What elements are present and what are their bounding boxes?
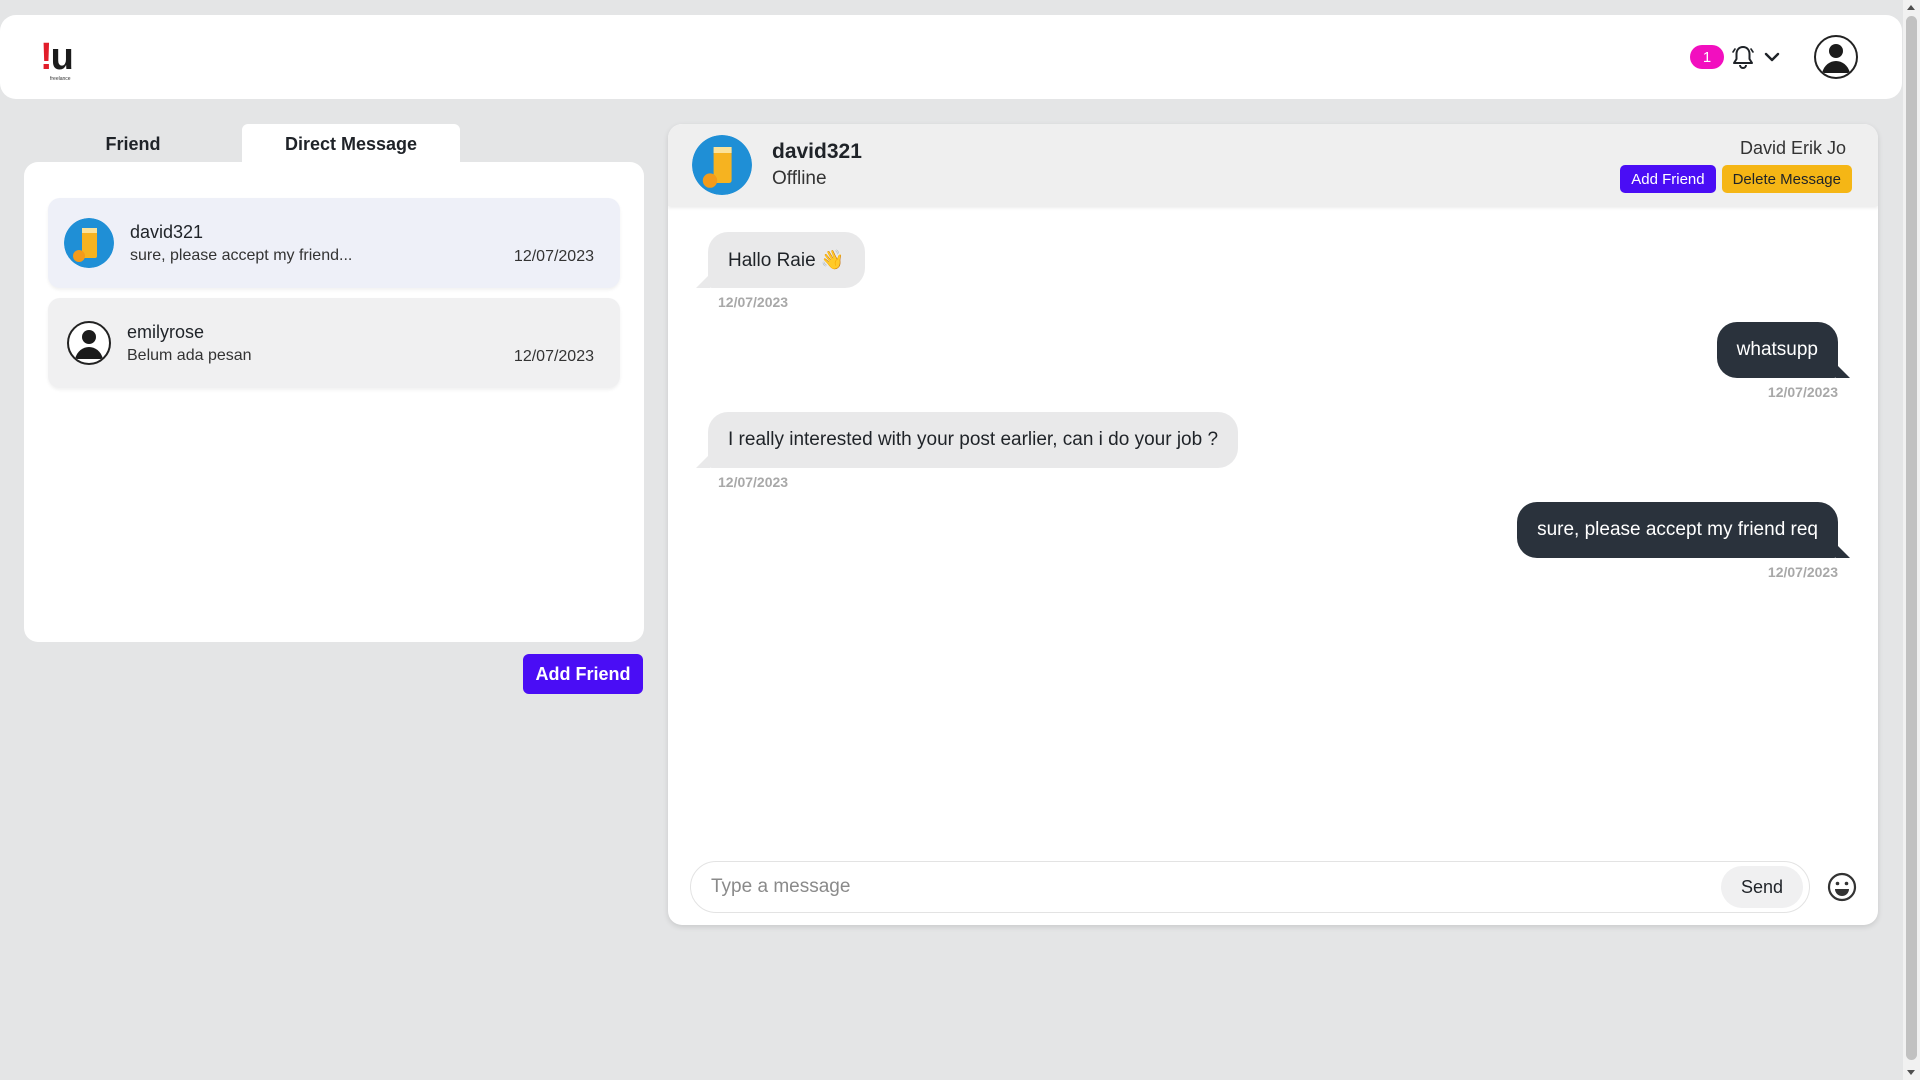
sidebar-tabs: Friend Direct Message (24, 124, 644, 164)
conversation-name: emilyrose (127, 321, 205, 342)
message-incoming: Hallo Raie 👋 12/07/2023 (708, 232, 865, 310)
scroll-up-arrow-icon[interactable] (1907, 5, 1915, 10)
conversation-item-david321[interactable]: david321 sure, please accept my friend..… (48, 198, 620, 288)
message-bubble: whatsupp (1716, 322, 1838, 378)
emoji-icon[interactable] (1826, 871, 1858, 903)
message-bubble: I really interested with your post earli… (708, 412, 1239, 468)
message-outgoing: sure, please accept my friend req 12/07/… (1517, 502, 1838, 580)
logo-mark: ! (40, 35, 53, 78)
add-friend-header-button[interactable]: Add Friend (1620, 165, 1716, 193)
conversation-item-emilyrose[interactable]: emilyrose Belum ada pesan 12/07/2023 (48, 298, 620, 388)
tab-direct-message[interactable]: Direct Message (242, 124, 460, 164)
notification-badge[interactable]: 1 (1690, 45, 1724, 69)
top-right-controls: 1 (1690, 35, 1858, 79)
add-friend-button[interactable]: Add Friend (523, 654, 643, 694)
message-date: 12/07/2023 (718, 294, 789, 310)
scrollbar-thumb[interactable] (1906, 16, 1917, 1060)
message-incoming: I really interested with your post earli… (708, 412, 1239, 490)
conversation-date: 12/07/2023 (513, 348, 594, 365)
chat-username: david321 (772, 140, 862, 163)
juice-avatar (64, 218, 114, 268)
page-scrollbar[interactable] (1903, 0, 1920, 1080)
message-composer: Send (690, 861, 1810, 913)
profile-avatar[interactable] (1814, 35, 1858, 79)
conversation-date: 12/07/2023 (513, 248, 594, 265)
conversation-sidebar: Friend Direct Message david321 sure, ple… (24, 124, 644, 694)
message-input[interactable] (711, 876, 1721, 898)
message-date: 12/07/2023 (1767, 384, 1838, 400)
default-user-avatar (67, 321, 111, 365)
conversation-name: david321 (130, 221, 204, 242)
top-navbar: ! u freelance 1 (0, 15, 1902, 99)
conversation-list: david321 sure, please accept my friend..… (24, 162, 644, 642)
send-button[interactable]: Send (1721, 866, 1803, 908)
chat-status: Offline (772, 168, 827, 189)
message-date: 12/07/2023 (1767, 564, 1838, 580)
juice-avatar[interactable] (692, 135, 752, 195)
message-bubble: sure, please accept my friend req (1517, 502, 1838, 558)
bell-icon[interactable] (1730, 44, 1756, 70)
scroll-down-arrow-icon[interactable] (1907, 1070, 1915, 1075)
chat-full-name: David Erik Jo (1739, 138, 1846, 158)
logo-letter: u (50, 35, 74, 78)
logo-subtitle: freelance (50, 75, 71, 82)
chat-header: david321 Offline David Erik Jo Add Frien… (668, 124, 1878, 206)
chat-panel: david321 Offline David Erik Jo Add Frien… (668, 124, 1878, 925)
message-date: 12/07/2023 (718, 474, 789, 490)
tab-friend[interactable]: Friend (24, 124, 242, 164)
message-outgoing: whatsupp 12/07/2023 (1716, 322, 1838, 400)
message-bubble: Hallo Raie 👋 (708, 232, 865, 288)
chevron-down-icon[interactable] (1762, 47, 1782, 67)
app-logo[interactable]: ! u freelance (40, 35, 74, 82)
delete-message-button[interactable]: Delete Message (1721, 165, 1852, 193)
